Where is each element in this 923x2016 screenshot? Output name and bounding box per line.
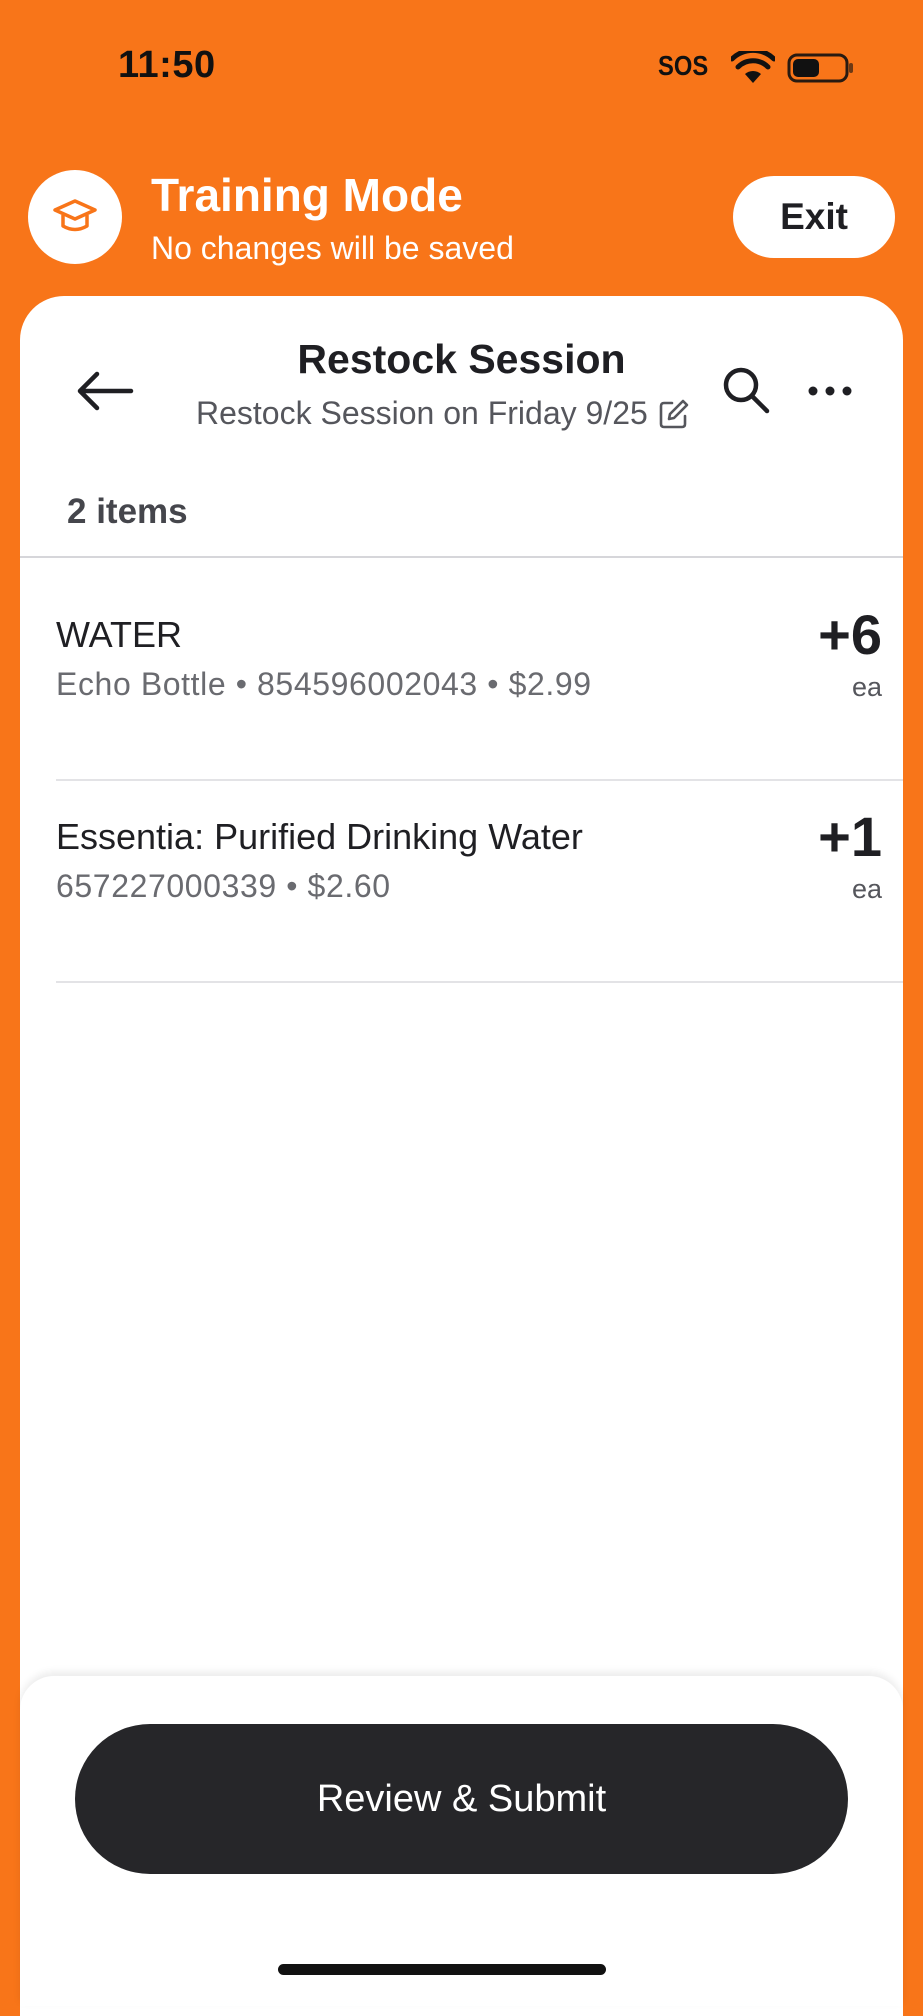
section-divider — [20, 556, 903, 558]
item-detail: 657227000339 • $2.60 — [56, 868, 391, 904]
list-item[interactable]: Essentia: Purified Drinking Water 657227… — [56, 805, 903, 1016]
training-mode-subtitle: No changes will be saved — [151, 230, 514, 266]
training-badge — [28, 170, 122, 264]
item-divider — [56, 981, 903, 983]
training-mode-title: Training Mode — [151, 169, 463, 221]
item-divider — [56, 779, 903, 781]
search-icon — [723, 367, 770, 414]
bottom-action-sheet: Review & Submit — [20, 1676, 903, 2006]
item-quantity: +1 — [818, 805, 882, 868]
status-time: 11:50 — [118, 44, 216, 86]
list-item[interactable]: WATER Echo Bottle • 854596002043 • $2.99… — [56, 603, 903, 814]
item-count: 2 items — [67, 492, 188, 531]
more-icon — [808, 386, 852, 396]
exit-button[interactable]: Exit — [733, 176, 895, 258]
item-name: Essentia: Purified Drinking Water — [56, 816, 583, 857]
item-unit: ea — [851, 874, 882, 904]
graduation-cap-icon — [53, 199, 97, 232]
review-submit-button[interactable]: Review & Submit — [75, 1724, 848, 1874]
search-button[interactable] — [712, 356, 780, 424]
home-indicator[interactable] — [278, 1964, 606, 1975]
more-options-button[interactable] — [800, 366, 860, 416]
item-detail: Echo Bottle • 854596002043 • $2.99 — [56, 666, 592, 702]
session-name-label: Restock Session on Friday 9/25 — [196, 395, 648, 431]
status-bar: 11:50 SOS — [0, 0, 923, 135]
edit-icon[interactable] — [658, 398, 690, 430]
wifi-icon — [731, 51, 775, 83]
battery-icon — [787, 53, 853, 83]
session-name[interactable]: Restock Session on Friday 9/25 — [196, 395, 690, 432]
item-name: WATER — [56, 614, 182, 655]
status-sos: SOS — [658, 50, 709, 81]
item-unit: ea — [851, 672, 882, 702]
item-quantity: +6 — [818, 603, 882, 666]
